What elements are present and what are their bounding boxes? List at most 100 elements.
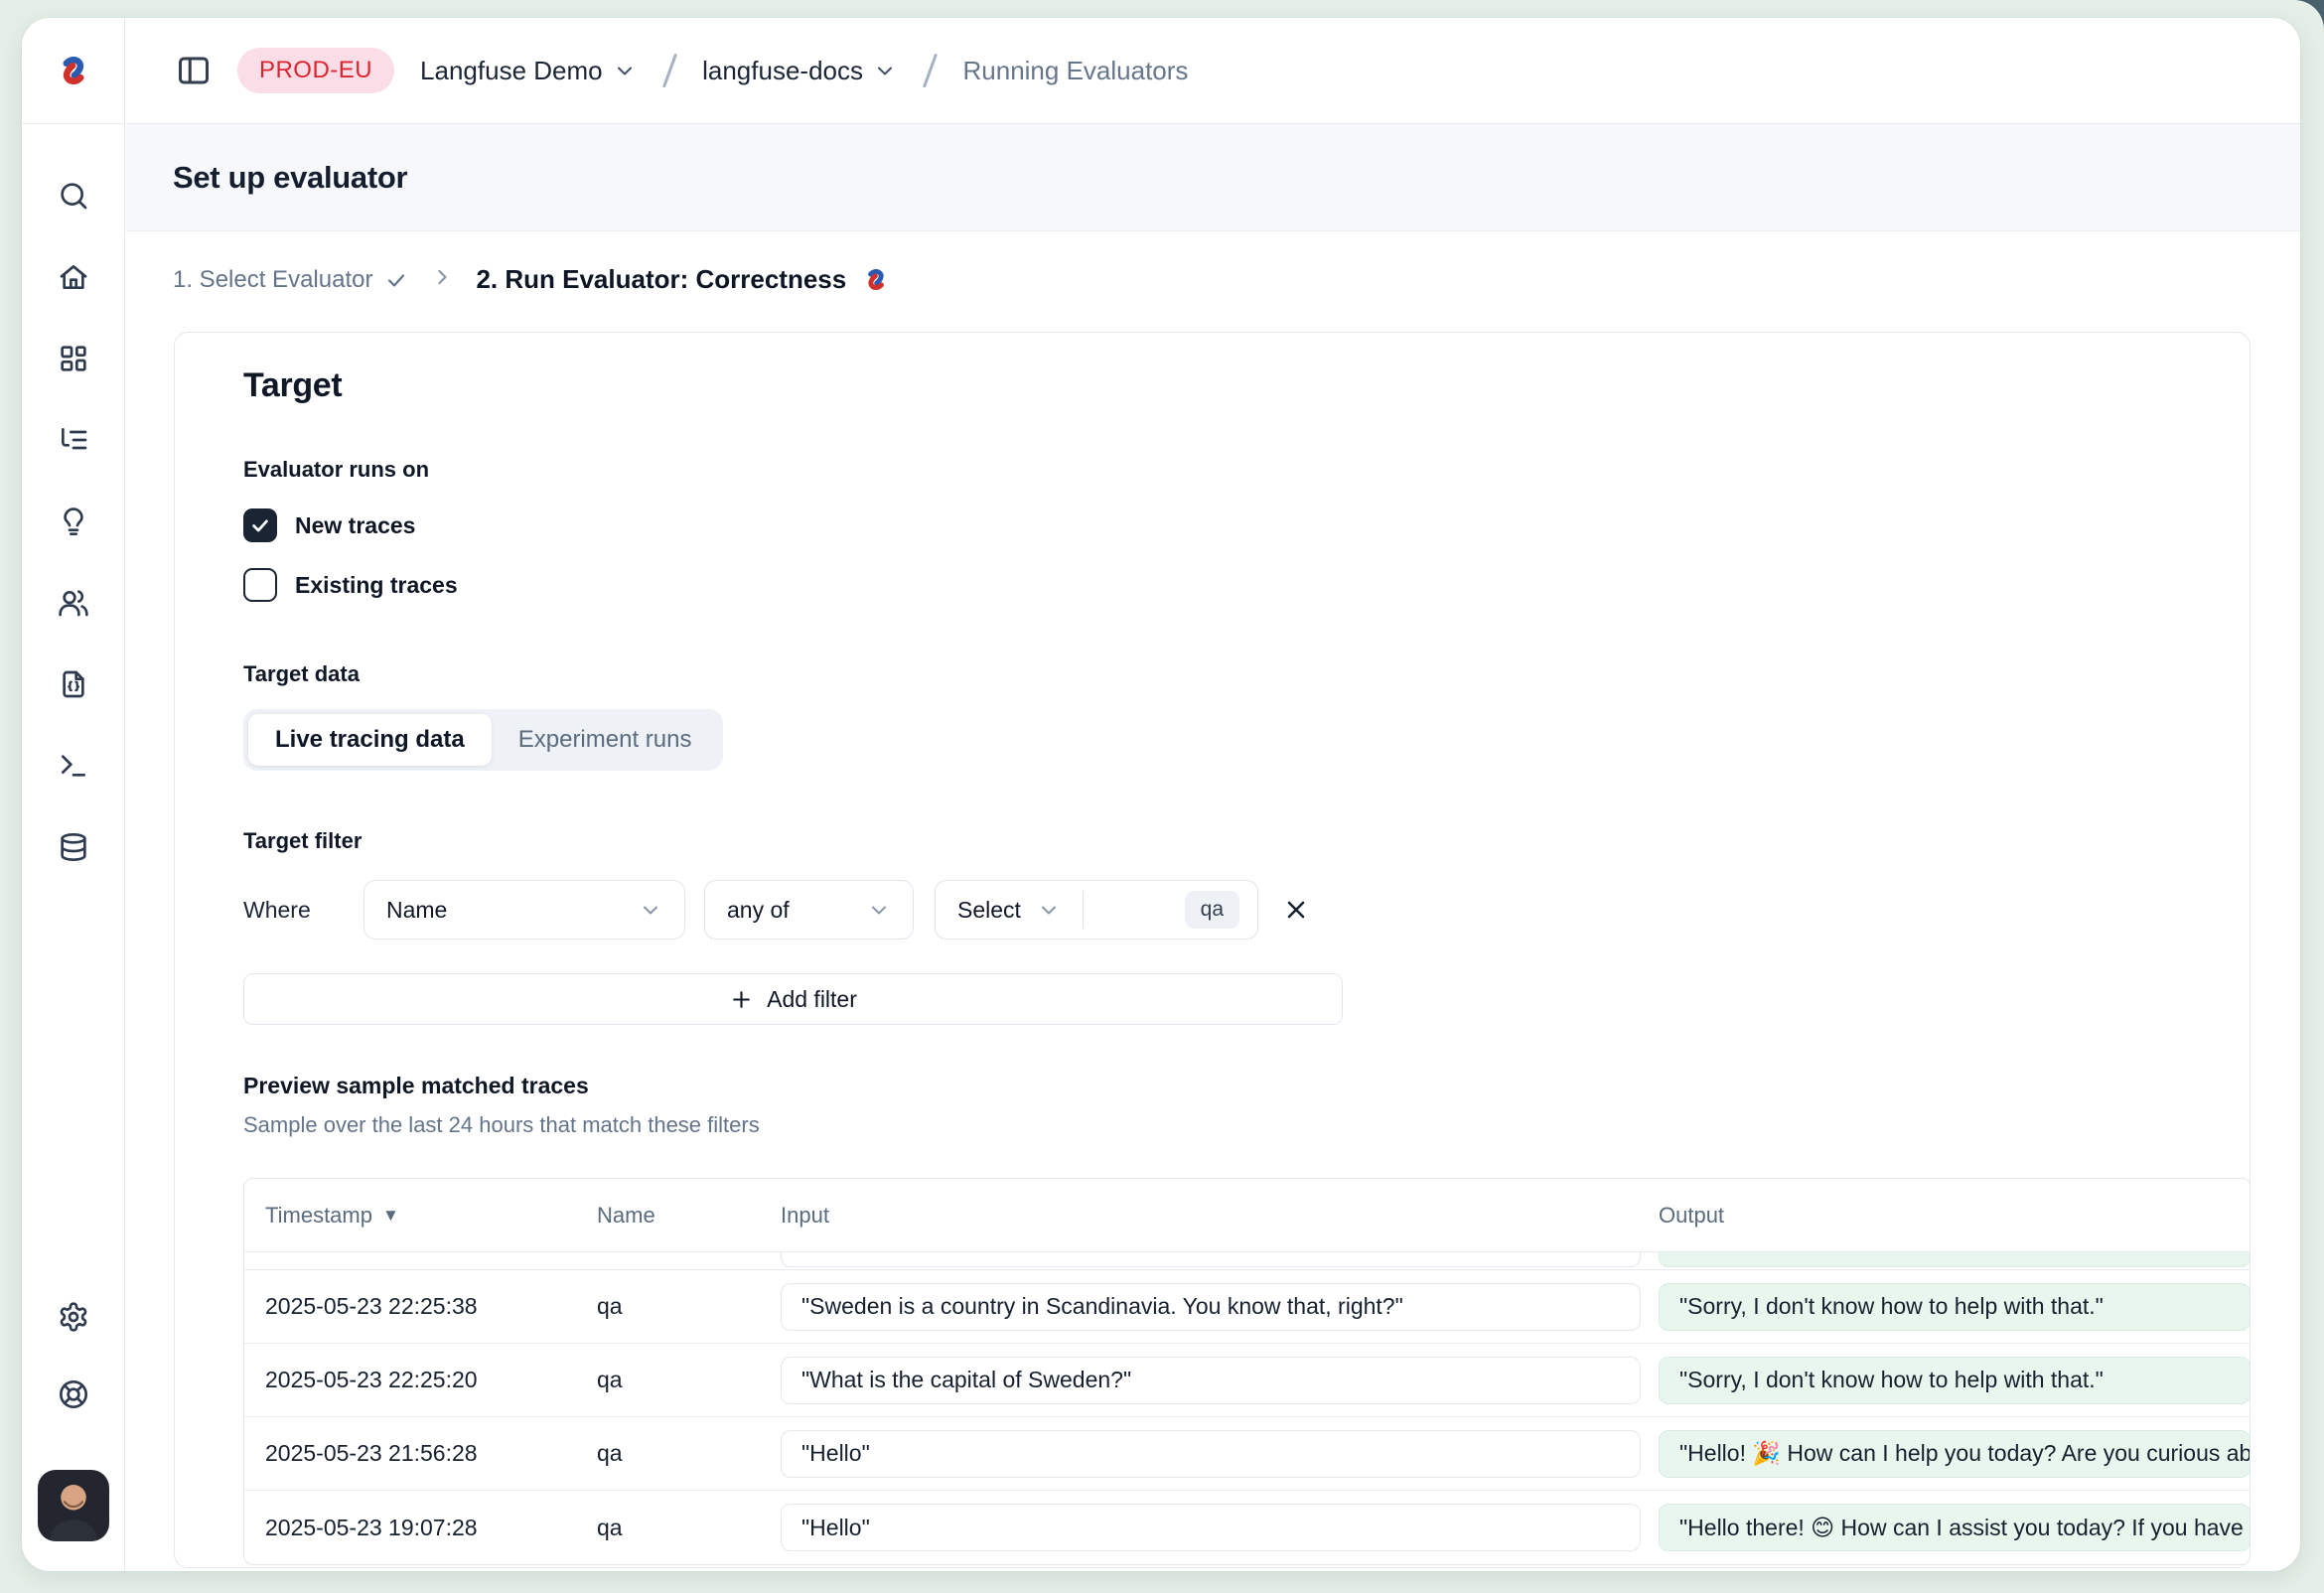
step-1-select-evaluator[interactable]: 1. Select Evaluator: [173, 266, 408, 294]
existing-traces-label: Existing traces: [295, 572, 458, 599]
breadcrumb-org[interactable]: Langfuse Demo: [420, 56, 637, 86]
new-traces-option[interactable]: New traces: [243, 508, 2230, 542]
step-2-run-evaluator: 2. Run Evaluator: Correctness: [476, 264, 892, 295]
trace-name: qa: [577, 1440, 761, 1467]
users-icon[interactable]: [58, 587, 89, 619]
app-window: PROD-EU Langfuse Demo langfuse-docs Runn…: [22, 18, 2300, 1571]
trace-timestamp: 2025-05-23 22:25:38: [244, 1293, 577, 1320]
target-card: Target Evaluator runs on New traces Exis…: [174, 332, 2251, 1568]
column-header-input[interactable]: Input: [761, 1203, 1645, 1229]
project-name: langfuse-docs: [702, 56, 863, 86]
chevron-down-icon: [639, 898, 662, 922]
trace-output-cell[interactable]: "Hello there! 😊 How can I assist you tod…: [1659, 1504, 2251, 1551]
target-data-label: Target data: [243, 661, 2230, 687]
trace-output-cell[interactable]: "Sorry, I don't know how to help with th…: [1659, 1283, 2251, 1331]
close-icon: [1282, 896, 1310, 924]
table-row[interactable]: 2025-05-23 22:25:20 qa "What is the capi…: [244, 1344, 2251, 1417]
chevron-down-icon: [613, 59, 637, 82]
langfuse-knot-logo-icon: [860, 266, 892, 293]
dashboard-icon[interactable]: [58, 343, 89, 374]
sidebar-nav: [58, 124, 89, 863]
column-header-output[interactable]: Output: [1645, 1203, 2251, 1229]
filter-where-label: Where: [243, 897, 363, 924]
breadcrumb-divider: [923, 54, 938, 88]
home-icon[interactable]: [58, 261, 89, 293]
support-lifebuoy-icon[interactable]: [58, 1378, 89, 1410]
trace-timestamp: 2025-05-23 21:56:28: [244, 1440, 577, 1467]
chevron-down-icon: [1037, 898, 1061, 922]
table-row-partial: [244, 1252, 2251, 1270]
datasets-json-file-icon[interactable]: [58, 668, 89, 700]
filter-row: Where Name any of Select qa: [243, 880, 2230, 940]
chevron-down-icon: [873, 59, 897, 82]
playground-terminal-icon[interactable]: [58, 750, 89, 782]
sidebar-bottom: [38, 1301, 109, 1571]
trace-name: qa: [577, 1515, 761, 1541]
target-heading: Target: [243, 366, 2230, 405]
trace-input-cell[interactable]: "Sweden is a country in Scandinavia. You…: [781, 1283, 1641, 1331]
add-filter-button[interactable]: Add filter: [243, 973, 1343, 1025]
trace-name: qa: [577, 1293, 761, 1320]
trace-output-cell: [1659, 1252, 2251, 1267]
trace-output-cell[interactable]: "Sorry, I don't know how to help with th…: [1659, 1357, 2251, 1404]
tab-experiment-runs[interactable]: Experiment runs: [492, 714, 719, 766]
table-row[interactable]: 2025-05-23 19:07:28 qa "Hello" "Hello th…: [244, 1491, 2251, 1564]
existing-traces-checkbox[interactable]: [243, 568, 277, 602]
table-body: 2025-05-23 22:25:38 qa "Sweden is a coun…: [244, 1270, 2251, 1564]
sort-desc-icon: ▼: [382, 1206, 399, 1226]
trace-timestamp: 2025-05-23 22:25:20: [244, 1367, 577, 1393]
tracing-tree-icon[interactable]: [58, 424, 89, 456]
sidebar: [22, 18, 125, 1571]
trace-input-cell[interactable]: "What is the capital of Sweden?": [781, 1357, 1641, 1404]
table-row[interactable]: 2025-05-23 22:25:38 qa "Sweden is a coun…: [244, 1270, 2251, 1344]
database-icon[interactable]: [58, 831, 89, 863]
user-avatar[interactable]: [38, 1470, 109, 1541]
page-header: Set up evaluator: [126, 124, 2300, 231]
check-icon: [384, 268, 408, 292]
breadcrumb-project[interactable]: langfuse-docs: [702, 56, 897, 86]
chevron-down-icon: [867, 898, 891, 922]
main-area: PROD-EU Langfuse Demo langfuse-docs Runn…: [126, 18, 2300, 1571]
wizard-steps: 1. Select Evaluator 2. Run Evaluator: Co…: [126, 231, 2300, 328]
tab-live-tracing-data[interactable]: Live tracing data: [248, 714, 492, 766]
trace-name: qa: [577, 1367, 761, 1393]
chevron-right-icon: [430, 265, 454, 289]
page-title: Set up evaluator: [173, 160, 407, 196]
trace-output-cell[interactable]: "Hello! 🎉 How can I help you today? Are …: [1659, 1430, 2251, 1478]
filter-operator-select[interactable]: any of: [704, 880, 914, 940]
existing-traces-option[interactable]: Existing traces: [243, 568, 2230, 602]
breadcrumb-page: Running Evaluators: [963, 56, 1189, 86]
environment-badge[interactable]: PROD-EU: [237, 48, 394, 93]
traces-preview-table: Timestamp ▼ Name Input Output 2025-05-23…: [243, 1178, 2251, 1565]
column-header-name[interactable]: Name: [577, 1203, 761, 1229]
trace-input-cell[interactable]: "Hello": [781, 1430, 1641, 1478]
screen: PROD-EU Langfuse Demo langfuse-docs Runn…: [0, 0, 2324, 1593]
settings-gear-icon[interactable]: [58, 1301, 89, 1333]
column-header-timestamp[interactable]: Timestamp ▼: [244, 1203, 577, 1229]
evaluation-lightbulb-icon[interactable]: [58, 506, 89, 537]
remove-filter-button[interactable]: [1282, 896, 1310, 924]
preview-title: Preview sample matched traces: [243, 1073, 2230, 1099]
filter-column-select[interactable]: Name: [363, 880, 685, 940]
topbar: PROD-EU Langfuse Demo langfuse-docs Runn…: [126, 18, 2300, 124]
langfuse-knot-logo-icon: [53, 53, 94, 88]
check-icon: [249, 514, 271, 536]
trace-timestamp: 2025-05-23 19:07:28: [244, 1515, 577, 1541]
org-name: Langfuse Demo: [420, 56, 603, 86]
target-filter-label: Target filter: [243, 828, 2230, 854]
table-header: Timestamp ▼ Name Input Output: [244, 1179, 2251, 1252]
search-icon[interactable]: [58, 180, 89, 212]
new-traces-checkbox[interactable]: [243, 508, 277, 542]
org-logo[interactable]: [22, 18, 124, 124]
filter-value-select[interactable]: Select qa: [935, 880, 1258, 940]
table-row[interactable]: 2025-05-23 21:56:28 qa "Hello" "Hello! 🎉…: [244, 1417, 2251, 1491]
sidebar-toggle-icon[interactable]: [176, 53, 212, 88]
runs-on-label: Evaluator runs on: [243, 457, 2230, 483]
trace-input-cell[interactable]: "Hello": [781, 1504, 1641, 1551]
value-divider: [1083, 891, 1085, 929]
step-separator: [430, 265, 454, 294]
plus-icon: [729, 987, 754, 1012]
filter-value-badge: qa: [1185, 891, 1239, 929]
trace-input-cell: [781, 1252, 1641, 1267]
preview-subtitle: Sample over the last 24 hours that match…: [243, 1112, 2230, 1138]
